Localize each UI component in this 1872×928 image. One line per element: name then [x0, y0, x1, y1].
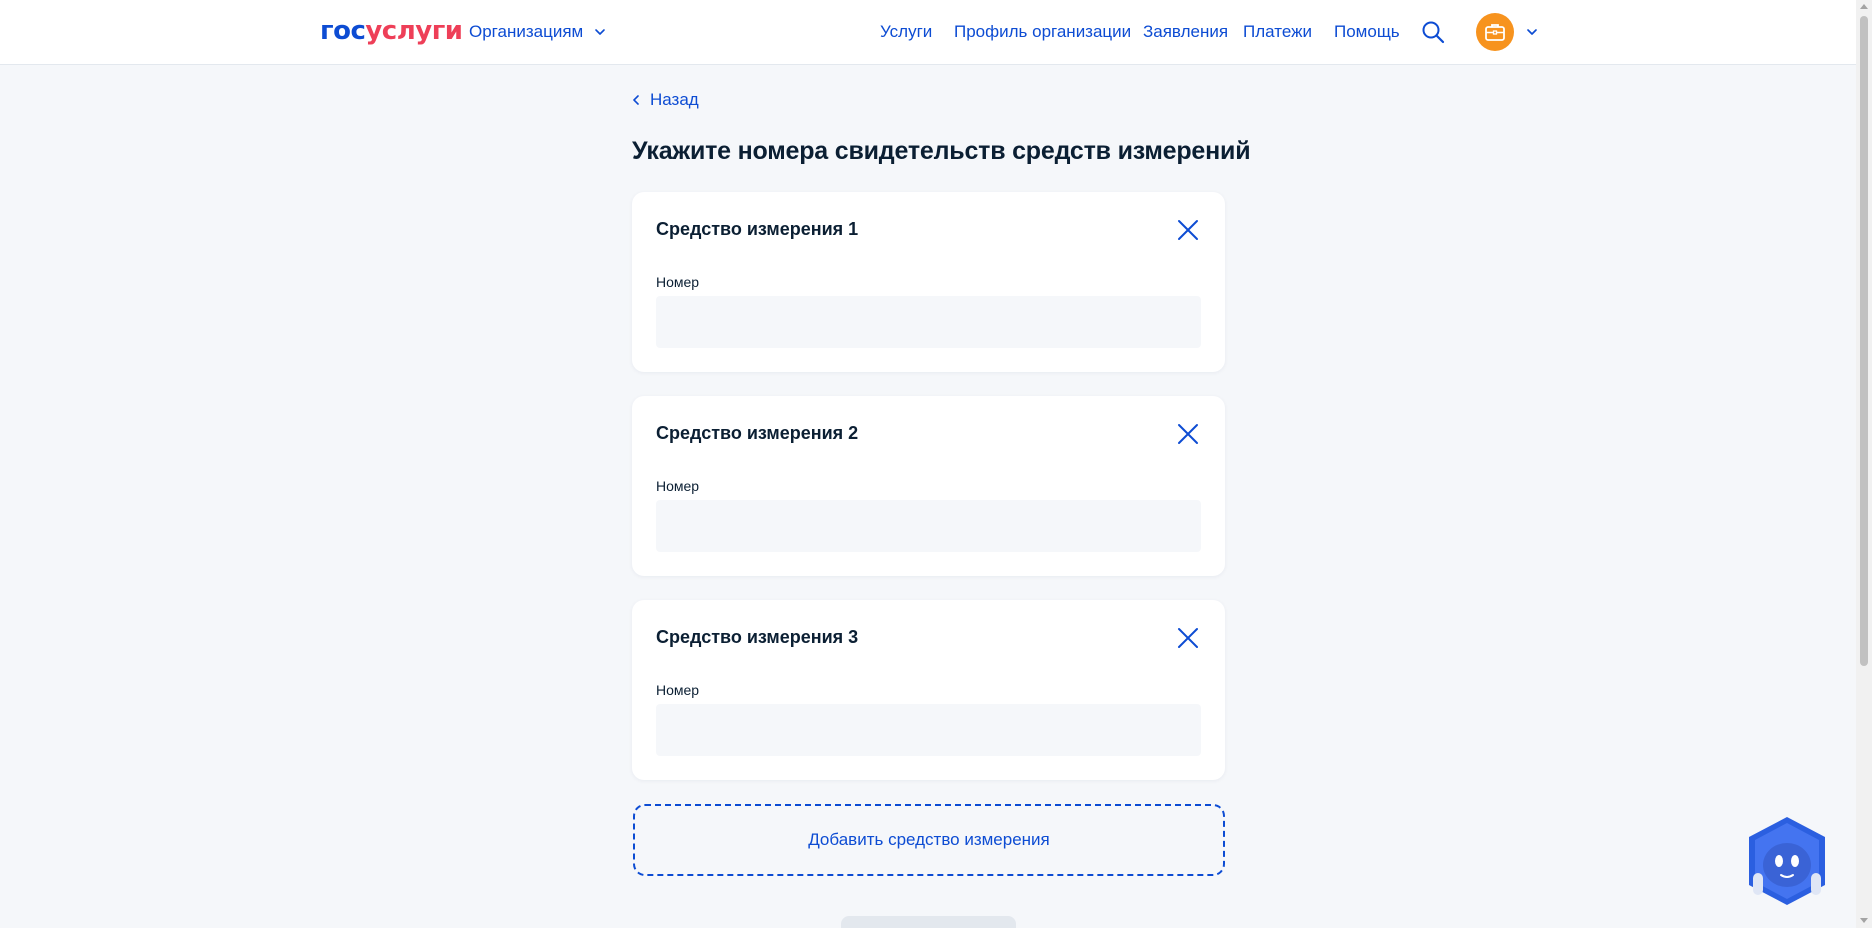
continue-button[interactable]: [841, 916, 1016, 928]
gosuslugi-logo[interactable]: госуслуги: [320, 14, 463, 48]
nav-item-help[interactable]: Помощь: [1334, 20, 1400, 44]
scroll-up-arrow-icon[interactable]: [1860, 4, 1868, 9]
number-input[interactable]: [656, 296, 1201, 348]
organization-avatar[interactable]: [1476, 13, 1514, 51]
chevron-left-icon: [633, 95, 639, 105]
card-title: Средство измерения 1: [656, 219, 859, 239]
chevron-down-icon: [595, 29, 606, 35]
add-instrument-button[interactable]: Добавить средство измерения: [633, 804, 1225, 876]
back-link[interactable]: Назад: [632, 88, 699, 112]
search-icon[interactable]: [1421, 20, 1445, 44]
page-scrollbar[interactable]: [1856, 0, 1872, 928]
nav-item-services[interactable]: Услуги: [880, 20, 932, 44]
number-input[interactable]: [656, 704, 1201, 756]
page-title: Укажите номера свидетельств средств изме…: [632, 137, 1251, 165]
number-field-label: Номер: [656, 478, 700, 494]
briefcase-icon: [1485, 24, 1505, 41]
chat-assistant-robot-icon[interactable]: [1745, 815, 1829, 907]
measuring-instrument-card-2: Средство измерения 2 Номер: [632, 396, 1225, 576]
nav-item-organization-profile[interactable]: Профиль организации: [954, 20, 1131, 44]
organizations-menu[interactable]: Организациям: [469, 20, 607, 44]
logo-part-gos: гос: [320, 16, 366, 46]
logo-part-uslugi: услуги: [365, 16, 463, 46]
number-field-label: Номер: [656, 274, 700, 290]
remove-instrument-button[interactable]: [1174, 420, 1202, 448]
scroll-thumb[interactable]: [1860, 16, 1868, 666]
card-title: Средство измерения 3: [656, 627, 859, 647]
number-field-label: Номер: [656, 682, 700, 698]
remove-instrument-button[interactable]: [1174, 624, 1202, 652]
close-icon: [1178, 220, 1198, 240]
back-link-label: Назад: [650, 90, 699, 109]
measuring-instrument-card-1: Средство измерения 1 Номер: [632, 192, 1225, 372]
measuring-instrument-card-3: Средство измерения 3 Номер: [632, 600, 1225, 780]
nav-item-applications[interactable]: Заявления: [1143, 20, 1228, 44]
close-icon: [1178, 424, 1198, 444]
close-icon: [1178, 628, 1198, 648]
account-chevron-down-icon[interactable]: [1524, 24, 1540, 40]
card-title: Средство измерения 2: [656, 423, 859, 443]
scroll-down-arrow-icon[interactable]: [1860, 918, 1868, 923]
add-instrument-button-label: Добавить средство измерения: [808, 830, 1050, 849]
number-input[interactable]: [656, 500, 1201, 552]
organizations-menu-label: Организациям: [469, 22, 584, 41]
remove-instrument-button[interactable]: [1174, 216, 1202, 244]
nav-item-payments[interactable]: Платежи: [1243, 20, 1312, 44]
site-header: госуслуги Организациям Услуги Профиль ор…: [0, 0, 1856, 65]
